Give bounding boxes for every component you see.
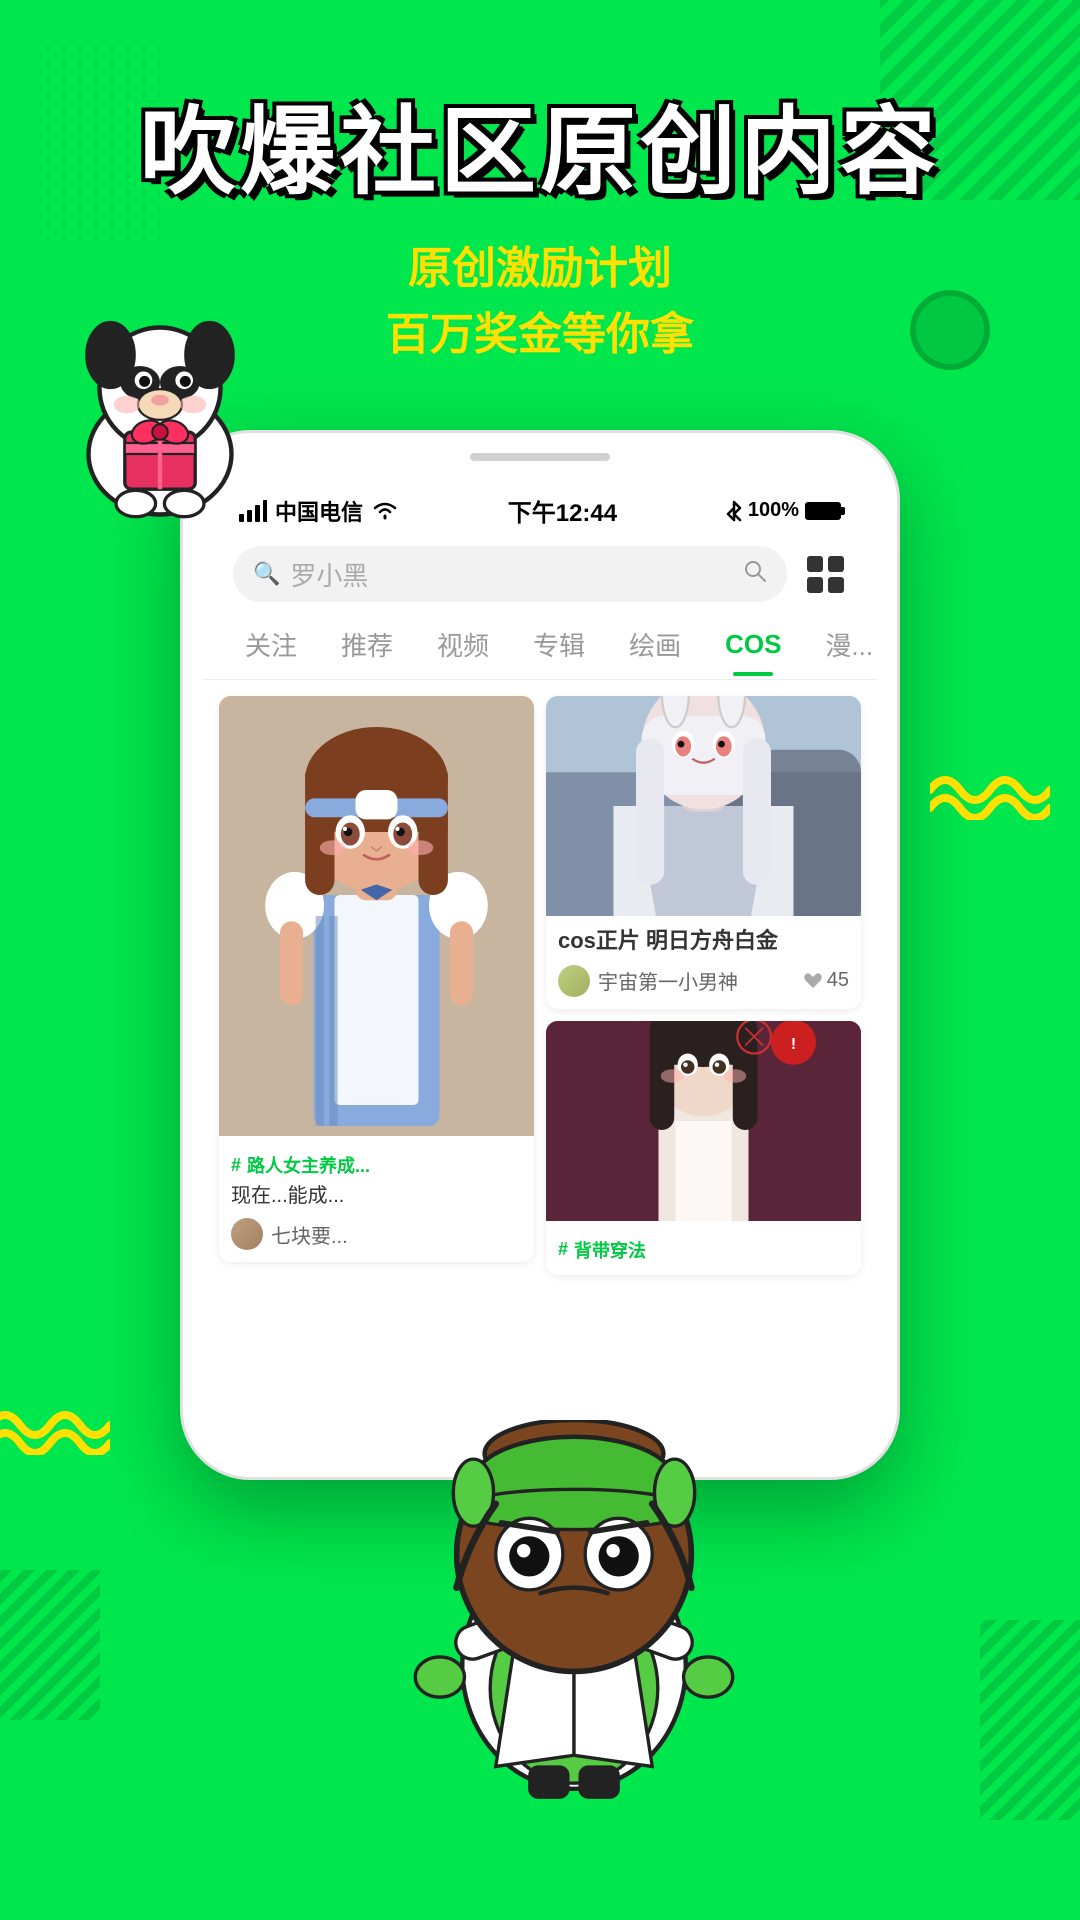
tab-more[interactable]: 漫... — [803, 614, 877, 679]
tab-recommend[interactable]: 推荐 — [319, 614, 415, 679]
phone-mockup: 中国电信 下午12:44 100% — [180, 430, 900, 1480]
phone-notch — [470, 453, 610, 461]
search-clear-icon — [743, 558, 767, 590]
card-bottom-right[interactable]: ! # 背带穿法 — [546, 1021, 861, 1275]
card-title-arknights: cos正片 明日方舟白金 — [558, 926, 849, 957]
status-right: 100% — [726, 499, 841, 522]
tab-cos[interactable]: COS — [703, 617, 803, 676]
search-box[interactable]: 🔍 罗小黑 — [233, 546, 787, 602]
content-grid: # 路人女主养成... 现在...能成... 七块要... — [203, 680, 877, 1275]
card-tag-bottom: # 背带穿法 — [558, 1237, 849, 1263]
tab-video[interactable]: 视频 — [415, 614, 511, 679]
tab-follow[interactable]: 关注 — [223, 614, 319, 679]
search-icon: 🔍 — [253, 561, 280, 587]
tag-hash: # — [231, 1155, 241, 1176]
card-info-maid: # 路人女主养成... 现在...能成... 七块要... — [219, 1136, 534, 1262]
phone-screen: 中国电信 下午12:44 100% — [203, 477, 877, 1457]
card-image-arknights — [546, 696, 861, 916]
subtitle-line1: 原创激励计划 — [0, 236, 1080, 302]
avatar-maid — [231, 1218, 263, 1250]
bg-stripes-bottomright — [980, 1620, 1080, 1820]
main-title: 吹爆社区原创内容 — [0, 100, 1080, 206]
wave-decoration-left — [0, 1395, 110, 1460]
content-col-left: # 路人女主养成... 现在...能成... 七块要... — [219, 696, 534, 1275]
wave-decoration-right — [930, 760, 1050, 825]
card-arknights[interactable]: cos正片 明日方舟白金 宇宙第一小男神 45 — [546, 696, 861, 1009]
battery-icon — [805, 502, 841, 520]
bluetooth-icon — [726, 500, 742, 522]
card-image-bottom: ! — [546, 1021, 861, 1221]
carrier-name: 中国电信 — [275, 495, 363, 527]
tabs-row: 关注 推荐 视频 专辑 绘画 COS 漫... — [203, 614, 877, 680]
mascot-top — [50, 300, 270, 520]
content-col-right: cos正片 明日方舟白金 宇宙第一小男神 45 — [546, 696, 861, 1275]
like-icon — [803, 972, 823, 990]
like-count-arknights: 45 — [803, 969, 849, 992]
card-meta-arknights: 宇宙第一小男神 45 — [558, 965, 849, 997]
tab-album[interactable]: 专辑 — [511, 614, 607, 679]
phone-outer: 中国电信 下午12:44 100% — [180, 430, 900, 1480]
tag-label-bottom: 背带穿法 — [574, 1237, 646, 1263]
username-maid: 七块要... — [271, 1220, 522, 1249]
search-placeholder: 罗小黑 — [290, 556, 368, 593]
card-maid-cosplay[interactable]: # 路人女主养成... 现在...能成... 七块要... — [219, 696, 534, 1262]
username-arknights: 宇宙第一小男神 — [598, 966, 795, 995]
card-tag: # 路人女主养成... — [231, 1152, 522, 1178]
search-row: 🔍 罗小黑 — [203, 538, 877, 614]
battery-percentage: 100% — [748, 499, 799, 522]
card-info-arknights: cos正片 明日方舟白金 宇宙第一小男神 45 — [546, 916, 861, 1009]
card-info-bottom: # 背带穿法 — [546, 1221, 861, 1275]
grid-menu-icon[interactable] — [803, 552, 847, 596]
status-time: 下午12:44 — [508, 493, 617, 528]
status-bar: 中国电信 下午12:44 100% — [203, 477, 877, 538]
bg-stripes-bottomleft — [0, 1570, 100, 1720]
card-desc: 现在...能成... — [231, 1182, 522, 1210]
card-image-maid — [219, 696, 534, 1136]
tab-drawing[interactable]: 绘画 — [607, 614, 703, 679]
tag-label: 路人女主养成... — [247, 1152, 370, 1178]
tag-hash-bottom: # — [558, 1239, 568, 1260]
card-meta-maid: 七块要... — [231, 1218, 522, 1250]
svg-text:!: ! — [791, 1036, 796, 1053]
wifi-icon — [371, 500, 399, 522]
mascot-bottom — [404, 1420, 744, 1800]
avatar-arknights — [558, 965, 590, 997]
